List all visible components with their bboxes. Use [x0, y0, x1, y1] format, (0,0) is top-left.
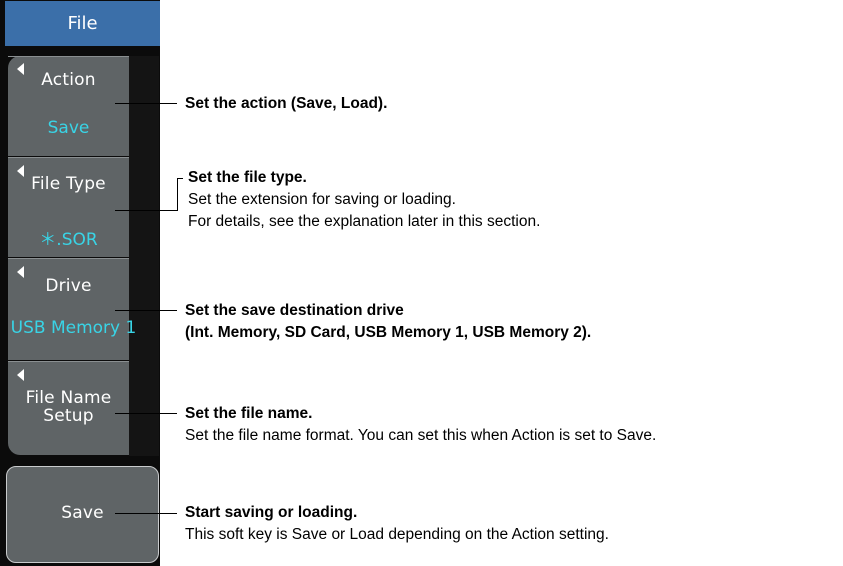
file-type-bracket-vertical [177, 178, 178, 211]
file-type-callout-title: Set the file type. [188, 169, 307, 186]
action-value: Save [47, 118, 90, 138]
file-type-callout-line2: For details, see the explanation later i… [188, 213, 541, 230]
softkey-scroll-strip [129, 56, 159, 456]
file-type-leader-line [115, 210, 177, 211]
drive-label: Drive [45, 276, 92, 296]
action-softkey[interactable]: Action Save [8, 56, 129, 156]
file-name-setup-label-line1: File Name [25, 388, 112, 408]
drive-softkey[interactable]: Drive USB Memory 1 [8, 258, 136, 360]
drive-callout-title-line1: Set the save destination drive [185, 302, 404, 319]
save-leader-line [115, 513, 177, 514]
file-name-callout-title: Set the file name. [185, 405, 313, 422]
file-type-callout-line1: Set the extension for saving or loading. [188, 191, 456, 208]
file-name-setup-label-line2: Setup [43, 406, 94, 426]
file-name-setup-softkey[interactable]: File Name Setup [8, 361, 129, 455]
drive-leader-line [115, 310, 177, 311]
file-type-value: ＊.SOR [39, 230, 98, 250]
file-type-label: File Type [31, 174, 106, 194]
left-arrow-icon [17, 369, 24, 381]
softkey-panel: File Action Save File Type ＊.SOR Drive U… [0, 0, 160, 566]
file-type-bracket-top [177, 178, 183, 179]
file-type-softkey[interactable]: File Type ＊.SOR [8, 157, 129, 257]
file-name-leader-line [115, 413, 177, 414]
save-callout-line1: This soft key is Save or Load depending … [185, 526, 609, 543]
file-name-setup-label: File Name Setup [8, 389, 129, 425]
action-label: Action [41, 70, 96, 90]
save-softkey[interactable]: Save [6, 466, 159, 563]
drive-callout-title-line2: (Int. Memory, SD Card, USB Memory 1, USB… [185, 324, 592, 341]
action-leader-line [115, 103, 177, 104]
file-name-callout-line1: Set the file name format. You can set th… [185, 427, 657, 444]
save-callout-title: Start saving or loading. [185, 504, 358, 521]
menu-title: File [5, 1, 160, 47]
action-callout-title: Set the action (Save, Load). [185, 95, 388, 112]
drive-value: USB Memory 1 [10, 318, 137, 338]
